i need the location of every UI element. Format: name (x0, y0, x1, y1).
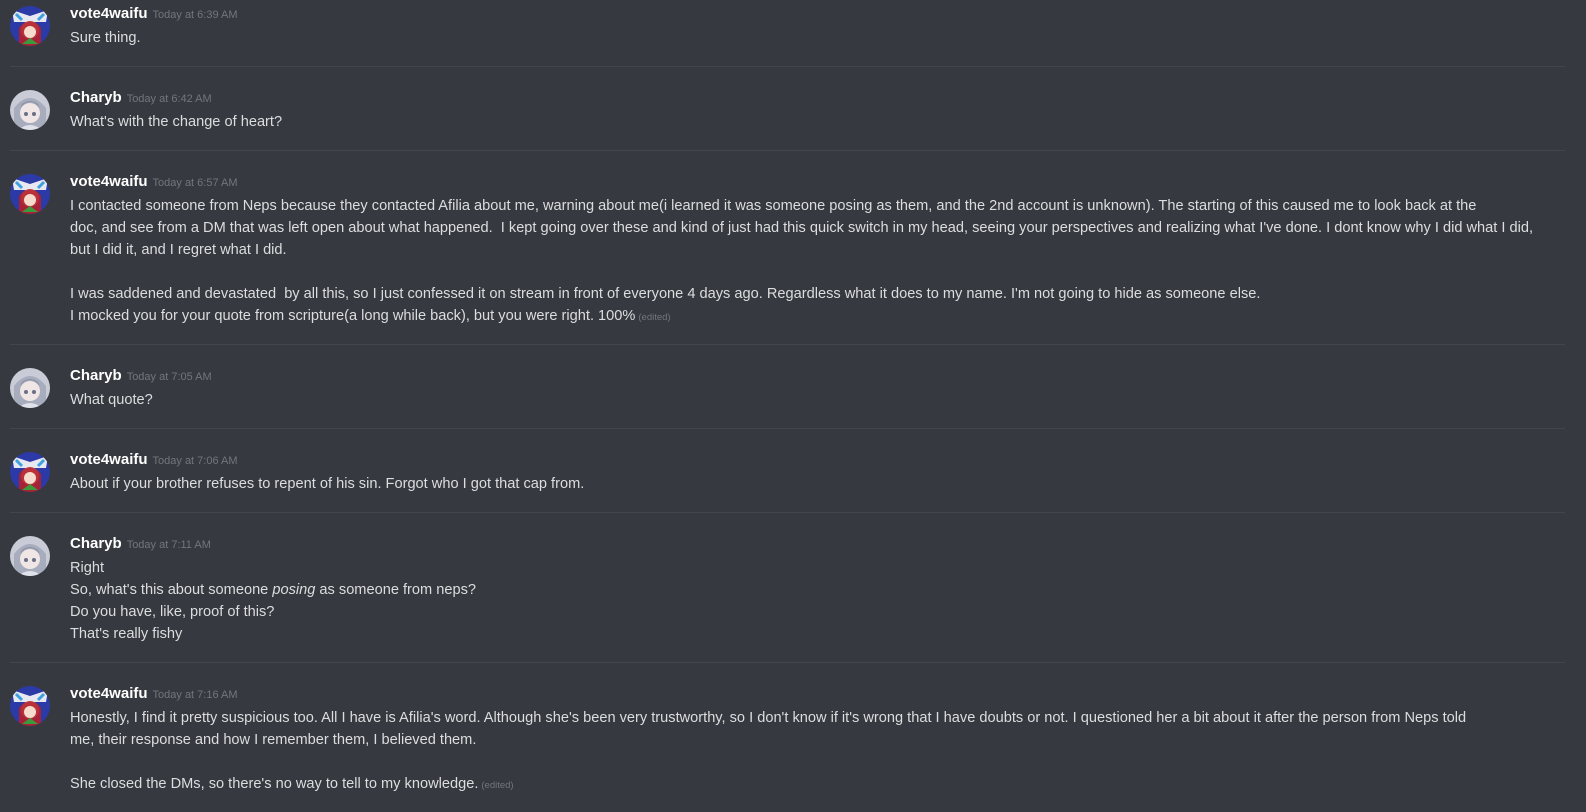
message-content: I contacted someone from Neps because th… (70, 195, 1570, 329)
message-line: What's with the change of heart? (70, 114, 283, 130)
charyb-avatar-icon[interactable] (10, 368, 50, 408)
text-segment: So, what's this about someone (70, 582, 273, 598)
message-divider (10, 150, 1565, 151)
edited-label: (edited) (481, 780, 514, 791)
message-content: Right So, what's this about someone posi… (70, 557, 1570, 645)
italic-text: posing (272, 582, 316, 598)
message-content: What's with the change of heart? (70, 111, 1570, 133)
message-header: vote4waifu Today at 7:06 AM (70, 451, 238, 469)
edited-label: (edited) (638, 312, 671, 323)
vote4waifu-avatar-icon[interactable] (10, 686, 50, 726)
message-header: Charyb Today at 7:05 AM (70, 367, 212, 385)
message-header: vote4waifu Today at 7:16 AM (70, 685, 238, 703)
message-line: That's really fishy (70, 626, 183, 642)
message-line-text: She closed the DMs, so there's no way to… (70, 776, 479, 792)
message-header: vote4waifu Today at 6:57 AM (70, 173, 238, 191)
username[interactable]: vote4waifu (70, 451, 148, 468)
message-header: vote4waifu Today at 6:39 AM (70, 5, 238, 23)
message-line: Right (70, 560, 105, 576)
username[interactable]: vote4waifu (70, 685, 148, 702)
message-header: Charyb Today at 7:11 AM (70, 535, 211, 553)
timestamp[interactable]: Today at 7:06 AM (153, 455, 238, 467)
message-line: About if your brother refuses to repent … (70, 476, 585, 492)
message-line-text: I mocked you for your quote from scriptu… (70, 308, 636, 324)
message-divider (10, 428, 1565, 429)
chat-messages: vote4waifu Today at 6:39 AM Sure thing. C… (0, 0, 1586, 812)
message-line (70, 751, 1570, 773)
username[interactable]: Charyb (70, 89, 122, 106)
username[interactable]: vote4waifu (70, 173, 148, 190)
timestamp[interactable]: Today at 7:11 AM (127, 539, 211, 551)
message-line: me, their response and how I remember th… (70, 732, 477, 748)
message-line: Sure thing. (70, 30, 141, 46)
message-divider (10, 344, 1565, 345)
message-line: I was saddened and devastated by all thi… (70, 286, 1261, 302)
username[interactable]: Charyb (70, 367, 122, 384)
message-content: Sure thing. (70, 27, 1570, 49)
message-header: Charyb Today at 6:42 AM (70, 89, 212, 107)
message-line: I contacted someone from Neps because th… (70, 198, 1477, 214)
message-content: What quote? (70, 389, 1570, 411)
message-line: She closed the DMs, so there's no way to… (70, 773, 1570, 797)
timestamp[interactable]: Today at 6:39 AM (153, 9, 238, 21)
vote4waifu-avatar-icon[interactable] (10, 174, 50, 214)
timestamp[interactable]: Today at 6:42 AM (127, 93, 212, 105)
timestamp[interactable]: Today at 7:16 AM (153, 689, 238, 701)
message-line: What quote? (70, 392, 153, 408)
timestamp[interactable]: Today at 6:57 AM (153, 177, 238, 189)
message-line: Honestly, I find it pretty suspicious to… (70, 710, 1467, 726)
message-divider (10, 66, 1565, 67)
timestamp[interactable]: Today at 7:05 AM (127, 371, 212, 383)
message-divider (10, 662, 1565, 663)
username[interactable]: Charyb (70, 535, 122, 552)
message-line: Do you have, like, proof of this? (70, 604, 275, 620)
message-content: Honestly, I find it pretty suspicious to… (70, 707, 1570, 797)
message-line: So, what's this about someone posing as … (70, 579, 1570, 601)
text-segment: as someone from neps? (315, 582, 476, 598)
message-line (70, 261, 1570, 283)
message-divider (10, 512, 1565, 513)
username[interactable]: vote4waifu (70, 5, 148, 22)
message-content: About if your brother refuses to repent … (70, 473, 1570, 495)
vote4waifu-avatar-icon[interactable] (10, 6, 50, 46)
charyb-avatar-icon[interactable] (10, 536, 50, 576)
message-line: I mocked you for your quote from scriptu… (70, 305, 1570, 329)
message-line: but I did it, and I regret what I did. (70, 242, 287, 258)
message-line: doc, and see from a DM that was left ope… (70, 220, 1534, 236)
charyb-avatar-icon[interactable] (10, 90, 50, 130)
vote4waifu-avatar-icon[interactable] (10, 452, 50, 492)
